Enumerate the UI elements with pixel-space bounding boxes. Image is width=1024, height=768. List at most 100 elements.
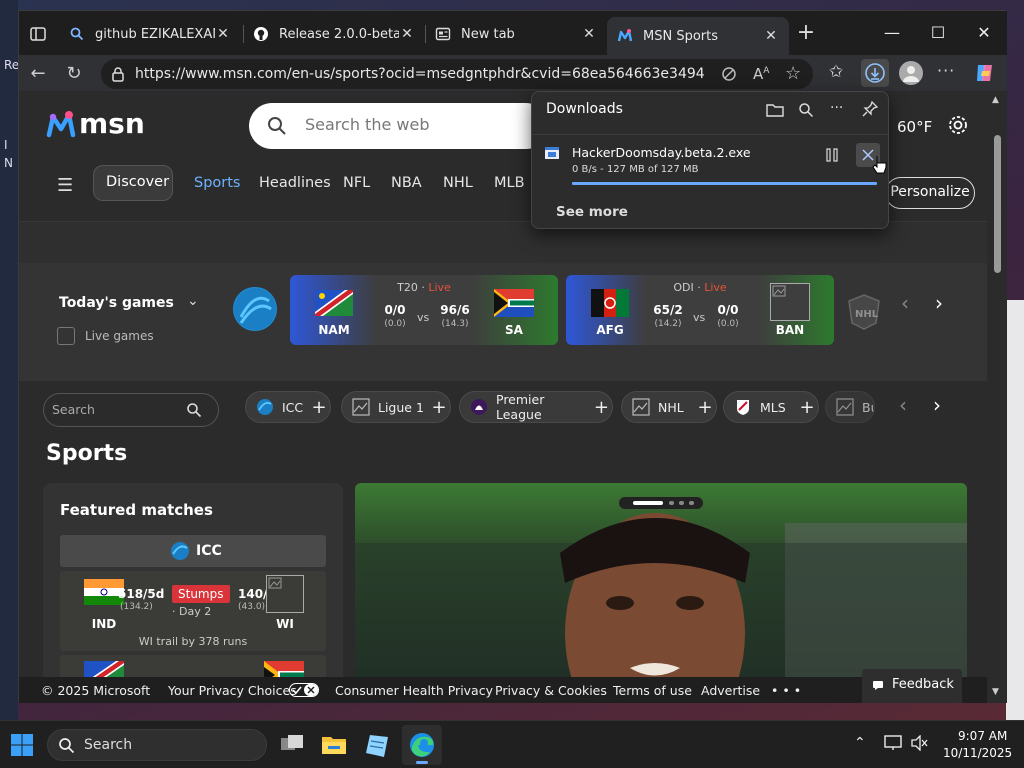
- weather-temperature[interactable]: 60°F: [897, 118, 932, 136]
- team-code: IND: [91, 617, 117, 631]
- nav-item-mlb[interactable]: MLB: [494, 175, 525, 191]
- chip-label: Bu: [862, 399, 874, 415]
- network-monitor-icon[interactable]: [884, 735, 902, 751]
- premier-league-icon: [470, 398, 488, 416]
- download-filename[interactable]: HackerDoomsday.beta.2.exe: [572, 145, 751, 160]
- pin-icon[interactable]: [862, 101, 878, 117]
- footer-link-advertise[interactable]: Advertise: [701, 683, 760, 698]
- tab-close-button[interactable]: ✕: [763, 28, 779, 44]
- personalize-button[interactable]: Personalize: [885, 177, 975, 209]
- favorite-star-icon[interactable]: ☆: [785, 63, 801, 84]
- copilot-icon[interactable]: [973, 61, 997, 85]
- nav-item-nba[interactable]: NBA: [391, 175, 422, 191]
- footer-link-privacy-choices[interactable]: Your Privacy Choices: [168, 683, 297, 698]
- nav-item-sports[interactable]: Sports: [194, 175, 240, 191]
- task-view-icon[interactable]: [278, 731, 306, 759]
- featured-league-header[interactable]: ICC: [60, 535, 326, 567]
- tab-close-button[interactable]: ✕: [215, 26, 231, 42]
- plus-icon[interactable]: +: [308, 397, 330, 418]
- plus-icon[interactable]: +: [796, 397, 818, 418]
- footer-link-consumer-health[interactable]: Consumer Health Privacy: [335, 683, 493, 698]
- plus-icon[interactable]: +: [591, 397, 612, 418]
- chip-overflow[interactable]: Bu: [825, 391, 875, 423]
- privacy-choices-toggle-icon[interactable]: [289, 683, 319, 697]
- taskbar-time[interactable]: 9:07 AM: [958, 729, 1007, 743]
- tab-new-tab[interactable]: New tab ✕: [425, 19, 607, 49]
- pause-download-button[interactable]: [824, 147, 840, 163]
- taskbar-search-box[interactable]: Search: [47, 729, 267, 761]
- discover-button[interactable]: Discover: [93, 165, 173, 201]
- icc-logo-icon[interactable]: [233, 287, 277, 331]
- plus-icon[interactable]: +: [428, 397, 450, 418]
- tracking-icon[interactable]: [721, 66, 737, 82]
- settings-gear-icon[interactable]: [947, 114, 969, 136]
- active-app-indicator: [416, 761, 428, 764]
- maximize-button[interactable]: ☐: [915, 19, 961, 47]
- favorites-icon[interactable]: ✩: [829, 62, 843, 82]
- game-card-afg-ban[interactable]: ODI · Live AFG 65/2 (14.2) vs 0/0 (0.0) …: [566, 275, 834, 345]
- edge-taskbar-button[interactable]: [402, 725, 442, 765]
- close-window-button[interactable]: ✕: [961, 19, 1007, 47]
- tab-github-release[interactable]: Release 2.0.0-beta.2 · E ✕: [243, 19, 425, 49]
- volume-muted-icon[interactable]: [910, 735, 928, 751]
- search-downloads-icon[interactable]: [798, 102, 814, 118]
- plus-icon[interactable]: +: [694, 397, 716, 418]
- nav-item-nfl[interactable]: NFL: [343, 175, 370, 191]
- downloads-button[interactable]: [861, 59, 889, 87]
- new-tab-button[interactable]: +: [795, 22, 817, 45]
- address-url[interactable]: https://www.msn.com/en-us/sports?ocid=ms…: [135, 66, 705, 82]
- chip-mls[interactable]: MLS +: [723, 391, 819, 423]
- read-aloud-icon[interactable]: AA: [753, 65, 769, 83]
- chevron-down-icon[interactable]: ⌄: [187, 293, 199, 309]
- feedback-button[interactable]: Feedback: [862, 669, 962, 703]
- games-next-arrow-icon[interactable]: ›: [935, 291, 943, 315]
- footer-link-privacy-cookies[interactable]: Privacy & Cookies: [495, 683, 607, 698]
- msn-logo-icon[interactable]: [45, 109, 77, 141]
- minimize-button[interactable]: —: [869, 19, 915, 47]
- open-folder-icon[interactable]: [766, 102, 784, 118]
- tab-close-button[interactable]: ✕: [399, 26, 415, 42]
- system-tray-chevron-icon[interactable]: ⌃: [854, 735, 866, 751]
- notepad-icon[interactable]: [364, 731, 392, 759]
- nav-item-nhl[interactable]: NHL: [443, 175, 473, 191]
- carousel-indicator[interactable]: [619, 497, 703, 509]
- hamburger-menu-icon[interactable]: ☰: [57, 175, 73, 196]
- tab-close-button[interactable]: ✕: [581, 26, 597, 42]
- page-scrollbar[interactable]: ▲ ▼: [987, 91, 1007, 703]
- team-overs: (0.0): [384, 319, 406, 329]
- tab-actions-icon[interactable]: [29, 25, 47, 43]
- msn-logo-text[interactable]: msn: [79, 107, 145, 140]
- chips-prev-arrow-icon[interactable]: ‹: [899, 393, 907, 417]
- footer-more-button[interactable]: • • •: [771, 683, 801, 698]
- see-more-link[interactable]: See more: [556, 204, 628, 220]
- sports-search-input[interactable]: Search: [43, 393, 219, 427]
- nav-item-headlines[interactable]: Headlines: [259, 175, 331, 191]
- game-card-nam-sa[interactable]: T20 · Live NAM 0/0 (0.0) vs 96/6 (14.3) …: [290, 275, 558, 345]
- refresh-button[interactable]: ↻: [61, 61, 87, 87]
- download-item[interactable]: HackerDoomsday.beta.2.exe 0 B/s - 127 MB…: [532, 134, 888, 188]
- games-prev-arrow-icon[interactable]: ‹: [901, 291, 909, 315]
- featured-match-ind-wi[interactable]: IND 518/5d (134.2) Stumps · Day 2 140/4 …: [60, 571, 326, 651]
- tab-github-search[interactable]: github EZIKALEXANDR ✕: [59, 19, 241, 49]
- scroll-up-arrow-icon[interactable]: ▲: [992, 95, 999, 105]
- chip-icc[interactable]: ICC +: [245, 391, 331, 423]
- address-bar[interactable]: https://www.msn.com/en-us/sports?ocid=ms…: [101, 59, 813, 89]
- windows-start-icon[interactable]: [10, 733, 34, 757]
- taskbar-date[interactable]: 10/11/2025: [943, 746, 1012, 760]
- back-button[interactable]: ←: [25, 61, 51, 87]
- chip-premier-league[interactable]: Premier League +: [459, 391, 613, 423]
- downloads-more-icon[interactable]: ···: [830, 100, 843, 116]
- chip-ligue-1[interactable]: Ligue 1 +: [341, 391, 451, 423]
- scrollbar-thumb[interactable]: [994, 135, 1001, 273]
- more-icon[interactable]: ···: [937, 61, 955, 80]
- tab-msn-sports[interactable]: MSN Sports ✕: [607, 17, 789, 55]
- nhl-logo-icon[interactable]: NHL: [845, 293, 883, 331]
- footer-link-terms[interactable]: Terms of use: [613, 683, 692, 698]
- web-search-box[interactable]: Search the web: [249, 103, 549, 149]
- scroll-down-arrow-icon[interactable]: ▼: [992, 687, 999, 697]
- chips-next-arrow-icon[interactable]: ›: [933, 393, 941, 417]
- chip-nhl[interactable]: NHL +: [621, 391, 717, 423]
- file-explorer-icon[interactable]: [320, 731, 348, 759]
- live-games-checkbox[interactable]: [57, 327, 75, 345]
- profile-icon[interactable]: [899, 61, 923, 85]
